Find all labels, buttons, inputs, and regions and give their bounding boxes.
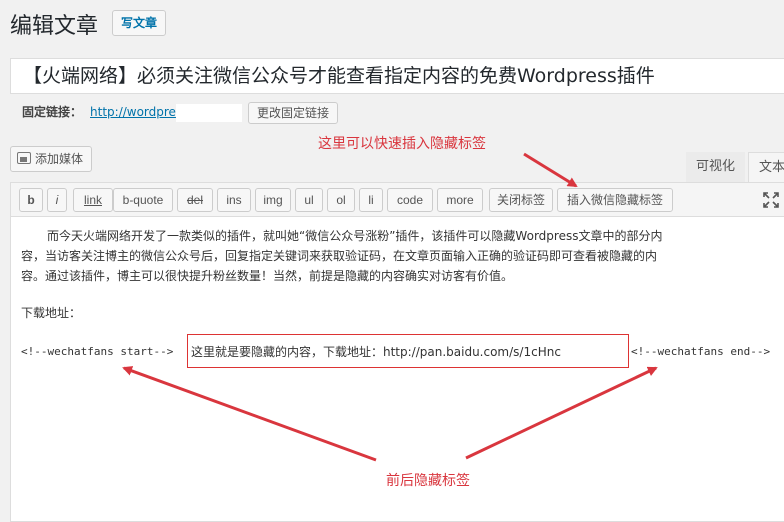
add-media-label: 添加媒体 [35, 152, 84, 166]
qt-insert-wechat-hidden-tag-button[interactable]: 插入微信隐藏标签 [557, 188, 673, 212]
hidden-content-highlight [187, 334, 629, 368]
wechatfans-end-tag: <!--wechatfans end--> [631, 345, 771, 358]
wechatfans-start-tag: <!--wechatfans start--> [21, 345, 174, 358]
annotation-hidden-tags-note: 前后隐藏标签 [386, 473, 470, 489]
qt-italic-button[interactable]: i [47, 188, 67, 212]
tab-text[interactable]: 文本 [748, 152, 784, 182]
permalink-bar: 固定链接： http://wordpre 更改固定链接 [22, 100, 338, 124]
paragraph-line-2: 容，当访客关注博主的微信公众号后，回复指定关键词来获取验证码，在文章页面输入正确… [21, 249, 658, 263]
permalink-redaction [175, 103, 242, 122]
media-icon [17, 152, 31, 164]
post-title-input[interactable]: 【火端网络】必须关注微信公众号才能查看指定内容的免费Wordpress插件 [10, 58, 784, 94]
page-title: 编辑文章 [10, 14, 99, 39]
qt-del-button[interactable]: del [177, 188, 213, 212]
annotation-insert-tag-note: 这里可以快速插入隐藏标签 [318, 136, 486, 152]
qt-bold-button[interactable]: b [19, 188, 43, 212]
fullscreen-icon[interactable] [763, 192, 779, 208]
qt-ul-button[interactable]: ul [295, 188, 323, 212]
add-media-button[interactable]: 添加媒体 [10, 146, 93, 172]
qt-li-button[interactable]: li [359, 188, 383, 212]
qt-code-button[interactable]: code [387, 188, 433, 212]
tab-visual[interactable]: 可视化 [686, 152, 746, 182]
paragraph-line-1: 而今天火端网络开发了一款类似的插件，就叫她“微信公众号涨粉”插件，该插件可以隐藏… [47, 229, 663, 243]
paragraph-line-3: 容。通过该插件，博主可以很快提升粉丝数量！当然，前提是隐藏的内容确实对访客有价值… [21, 269, 514, 283]
add-new-post-button[interactable]: 写文章 [112, 10, 167, 36]
download-label: 下载地址： [21, 306, 82, 320]
qt-ol-button[interactable]: ol [327, 188, 355, 212]
qt-link-button[interactable]: link [73, 188, 113, 212]
quicktags-toolbar: b i link b-quote del ins img ul ol li co… [11, 183, 784, 217]
qt-img-button[interactable]: img [255, 188, 291, 212]
edit-permalink-button[interactable]: 更改固定链接 [247, 101, 338, 124]
qt-bquote-button[interactable]: b-quote [113, 188, 173, 212]
qt-more-button[interactable]: more [437, 188, 483, 212]
permalink-label: 固定链接： [22, 105, 83, 119]
qt-ins-button[interactable]: ins [217, 188, 251, 212]
qt-close-tags-button[interactable]: 关闭标签 [489, 188, 553, 212]
permalink-url[interactable]: http://wordpre [90, 100, 176, 124]
